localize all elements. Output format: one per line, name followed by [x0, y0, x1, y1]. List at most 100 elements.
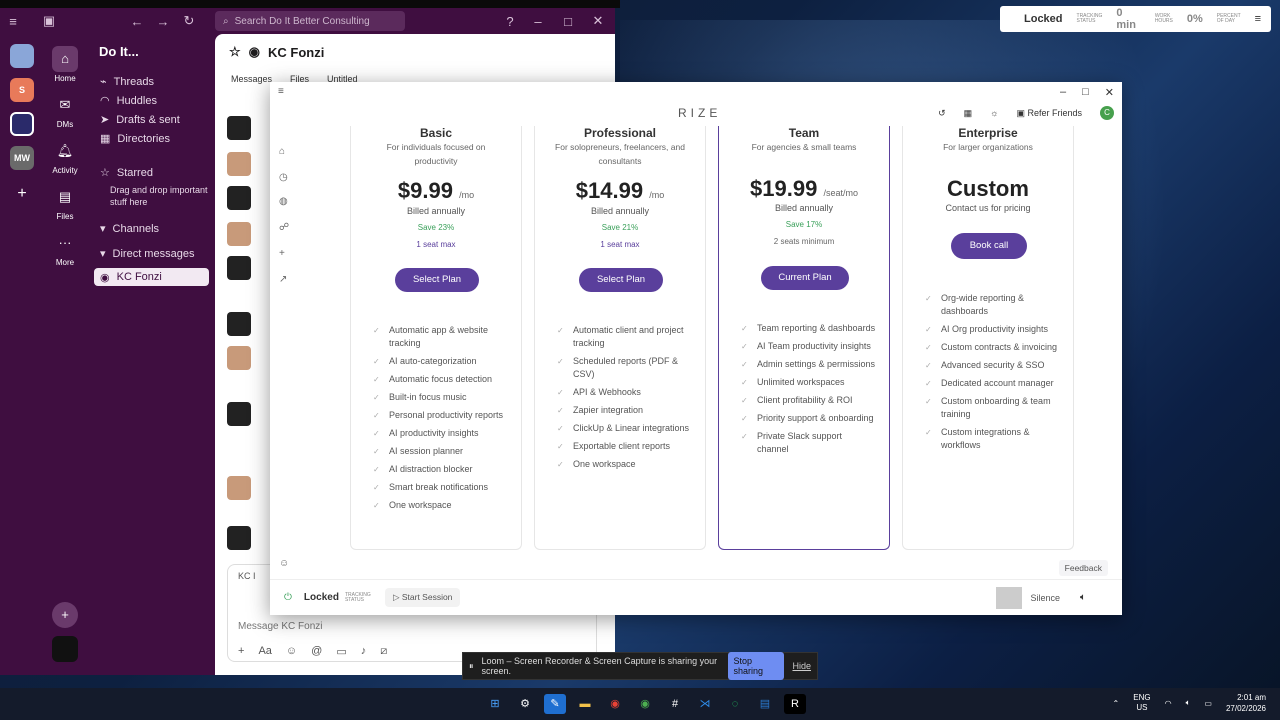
- directory-icon: ▦: [100, 133, 111, 145]
- nav-home[interactable]: ⌂ Home: [44, 46, 86, 83]
- sidebar-toggle-icon[interactable]: ▣: [36, 13, 62, 29]
- workspace-icon-4[interactable]: MW: [10, 146, 34, 170]
- select-plan-button[interactable]: Select Plan: [579, 268, 663, 292]
- refer-friends-button[interactable]: ▣ Refer Friends: [1016, 108, 1082, 119]
- chrome-icon[interactable]: ◉: [634, 694, 656, 714]
- video-icon[interactable]: ▭: [336, 645, 346, 658]
- list-item: Admin settings & permissions: [741, 358, 876, 371]
- list-item: Custom integrations & workflows: [925, 426, 1060, 452]
- forward-icon[interactable]: →: [150, 14, 176, 29]
- chart-icon[interactable]: ↗: [279, 274, 287, 285]
- sidebar-item-kc-fonzi[interactable]: ◉ KC Fonzi: [94, 268, 209, 286]
- profile-icon[interactable]: ☺: [279, 558, 289, 569]
- grid-icon[interactable]: ▦: [964, 108, 973, 119]
- help-icon[interactable]: ?: [497, 14, 523, 29]
- back-icon[interactable]: ←: [124, 14, 150, 29]
- workspace-name[interactable]: Do It...: [99, 44, 139, 59]
- rize-icon[interactable]: R: [784, 694, 806, 714]
- sidebar-item-label: Huddles: [116, 94, 157, 107]
- sidebar-item-directories[interactable]: ▦ Directories: [100, 132, 170, 146]
- sidebar-item-channels[interactable]: ▾ Channels: [100, 222, 159, 236]
- format-icon[interactable]: Aa: [258, 645, 271, 658]
- nav-more[interactable]: ··· More: [44, 230, 86, 267]
- sidebar-item-starred[interactable]: ☆ Starred: [100, 166, 153, 180]
- current-plan-button[interactable]: Current Plan: [761, 266, 849, 290]
- dms-icon: ✉: [59, 97, 71, 112]
- avatar-icon: [52, 636, 78, 662]
- mention-icon[interactable]: @: [311, 645, 322, 658]
- app-icon[interactable]: ⚙: [514, 694, 536, 714]
- user-avatar[interactable]: [44, 636, 86, 664]
- chrome-icon[interactable]: ◉: [604, 694, 626, 714]
- sidebar-item-drafts[interactable]: ➤ Drafts & sent: [100, 113, 180, 127]
- vscode-icon[interactable]: ⋊: [694, 694, 716, 714]
- hide-button[interactable]: Hide: [792, 661, 811, 671]
- home-icon[interactable]: ⌂: [279, 146, 285, 157]
- volume-icon[interactable]: 🔈︎: [1080, 592, 1086, 603]
- nav-dms[interactable]: ✉ DMs: [44, 92, 86, 129]
- history-icon[interactable]: ↻: [176, 13, 202, 29]
- minimize-icon[interactable]: –: [1060, 86, 1066, 99]
- price-unit: /mo: [459, 190, 475, 200]
- workspace-icon-3[interactable]: [10, 112, 34, 136]
- language-indicator[interactable]: ENG US: [1133, 693, 1150, 713]
- close-icon[interactable]: ✕: [1105, 86, 1114, 99]
- app-icon[interactable]: ▤: [754, 694, 776, 714]
- power-icon[interactable]: ⏻: [284, 592, 292, 603]
- maximize-icon[interactable]: □: [1082, 86, 1089, 99]
- close-icon[interactable]: ✕: [585, 13, 611, 29]
- maximize-icon[interactable]: □: [555, 14, 581, 29]
- sidebar-item-huddles[interactable]: ◠ Huddles: [100, 94, 157, 108]
- minimize-icon[interactable]: –: [525, 14, 551, 29]
- workspace-icon-1[interactable]: [10, 44, 34, 68]
- clock[interactable]: 2:01 am 27/02/2026: [1226, 692, 1266, 714]
- loom-sharing-banner: ⏸ Loom – Screen Recorder & Screen Captur…: [462, 652, 818, 680]
- sidebar-item-direct-messages[interactable]: ▾ Direct messages: [100, 247, 194, 261]
- menu-icon[interactable]: ≡: [0, 14, 26, 29]
- app-icon[interactable]: ✎: [544, 694, 566, 714]
- wifi-icon[interactable]: ◠: [1165, 699, 1172, 708]
- window-controls: – □ ✕: [1060, 86, 1114, 99]
- music-thumbnail[interactable]: [996, 586, 1023, 609]
- select-plan-button[interactable]: Select Plan: [395, 268, 479, 292]
- rize-status-widget: Locked TRACKING STATUS 0 min WORK HOURS …: [1000, 6, 1271, 32]
- user-avatar[interactable]: C: [1100, 106, 1114, 120]
- create-button[interactable]: +: [44, 602, 86, 630]
- slack-icon[interactable]: #: [664, 694, 686, 714]
- time-label: 2:01 am: [1237, 693, 1266, 702]
- workspace-icon-2[interactable]: S: [10, 78, 34, 102]
- nav-activity[interactable]: 🔔︎ Activity: [44, 138, 86, 175]
- shortcut-icon[interactable]: ⧄: [380, 645, 387, 658]
- history-icon[interactable]: ↺: [938, 108, 946, 119]
- book-call-button[interactable]: Book call: [951, 233, 1027, 259]
- menu-icon[interactable]: ≡: [1255, 13, 1261, 25]
- whatsapp-icon[interactable]: ◌: [724, 694, 746, 714]
- chevron-up-icon[interactable]: ⌃: [1113, 699, 1120, 708]
- stop-sharing-button[interactable]: Stop sharing: [727, 652, 785, 680]
- clients-icon[interactable]: ☍: [279, 222, 289, 233]
- folder-icon[interactable]: ▬: [574, 694, 596, 714]
- widget-status-label: TRACKING STATUS: [1076, 13, 1103, 24]
- plus-icon[interactable]: +: [238, 645, 244, 658]
- sun-icon[interactable]: ☼: [990, 108, 998, 118]
- search-input[interactable]: ⌕ Search Do It Better Consulting: [215, 11, 405, 31]
- star-icon[interactable]: ☆: [229, 44, 241, 60]
- windows-start-icon[interactable]: ⊞: [484, 694, 506, 714]
- globe-icon[interactable]: ◍: [279, 196, 288, 207]
- slack-sidebar: Do It... ⌁ Threads ◠ Huddles ➤ Drafts & sen…: [86, 34, 214, 675]
- menu-icon[interactable]: ≡: [278, 86, 284, 97]
- battery-icon[interactable]: ▭: [1204, 699, 1212, 708]
- tab-messages[interactable]: Messages: [231, 74, 272, 84]
- timer-icon[interactable]: ◷: [279, 172, 288, 183]
- sidebar-item-threads[interactable]: ⌁ Threads: [100, 75, 154, 89]
- feedback-button[interactable]: Feedback: [1058, 560, 1108, 576]
- start-session-button[interactable]: ▷ Start Session: [384, 588, 461, 607]
- avatar: [227, 476, 251, 500]
- add-icon[interactable]: +: [279, 248, 285, 259]
- list-item: Unlimited workspaces: [741, 376, 876, 389]
- nav-files[interactable]: ▤ Files: [44, 184, 86, 221]
- volume-icon[interactable]: 🔈︎: [1186, 698, 1191, 708]
- emoji-icon[interactable]: ☺: [286, 645, 297, 658]
- mic-icon[interactable]: ♪: [361, 645, 367, 658]
- add-workspace-icon[interactable]: +: [10, 182, 34, 206]
